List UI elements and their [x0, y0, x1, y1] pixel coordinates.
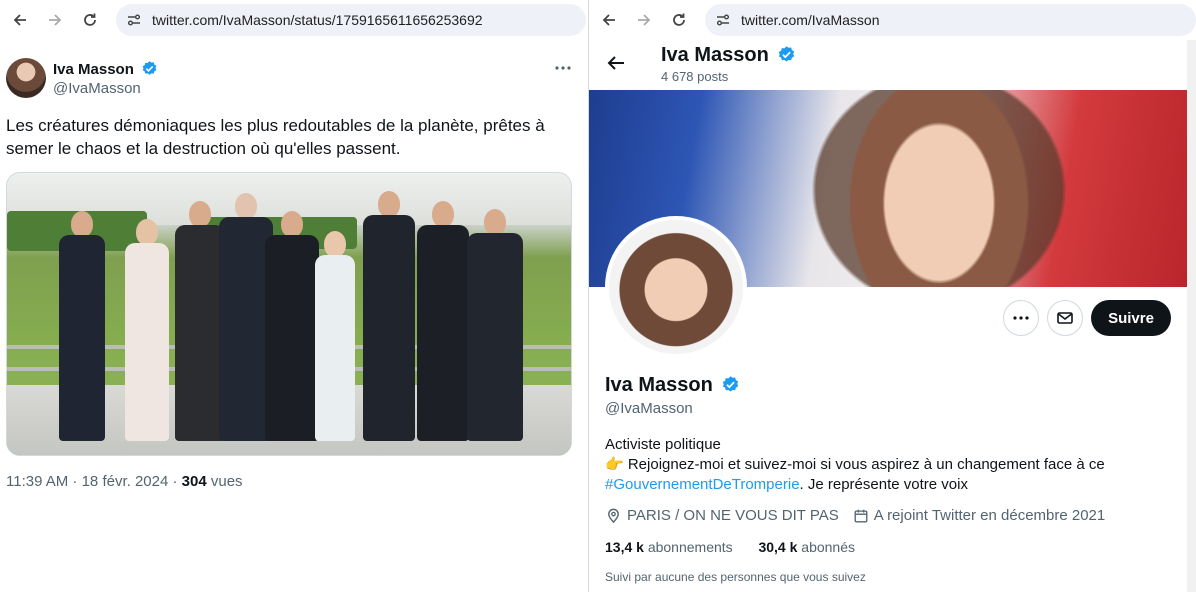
- reload-icon[interactable]: [667, 8, 691, 32]
- followers-count: 30,4 k: [758, 539, 798, 555]
- more-icon: [1013, 316, 1029, 320]
- following-label: abonnements: [643, 539, 733, 555]
- right-browser-window: twitter.com/IvaMasson Iva Masson 4 678 p…: [589, 0, 1196, 592]
- header-name: Iva Masson: [661, 44, 769, 66]
- following-link[interactable]: 13,4 k abonnements: [605, 539, 733, 555]
- tweet-timestamp[interactable]: 11:39 AM · 18 févr. 2024 ·: [6, 473, 182, 490]
- author-name[interactable]: Iva Masson: [53, 61, 134, 78]
- photo-person: [59, 211, 105, 441]
- site-settings-icon[interactable]: [715, 12, 731, 28]
- followers-link[interactable]: 30,4 k abonnés: [758, 539, 855, 555]
- follow-stats: 13,4 k abonnements 30,4 k abonnés: [605, 539, 855, 555]
- profile-bio: Activiste politique 👉 Rejoignez-moi et s…: [605, 435, 1175, 495]
- profile-name: Iva Masson: [605, 374, 713, 396]
- header-name-row: Iva Masson: [661, 44, 796, 67]
- photo-person: [467, 209, 523, 441]
- author-handle[interactable]: @IvaMasson: [53, 80, 141, 97]
- verified-badge-icon[interactable]: [721, 375, 740, 394]
- following-count: 13,4 k: [605, 539, 644, 555]
- follow-button[interactable]: Suivre: [1091, 300, 1171, 336]
- calendar-icon: [854, 509, 868, 522]
- more-icon[interactable]: [552, 58, 574, 78]
- scrollbar[interactable]: [1187, 40, 1196, 592]
- back-arrow-icon[interactable]: [605, 52, 627, 74]
- address-bar[interactable]: twitter.com/IvaMasson: [705, 4, 1196, 36]
- verified-badge-icon: [779, 46, 795, 62]
- address-bar[interactable]: twitter.com/IvaMasson/status/17591656116…: [116, 4, 586, 36]
- hashtag-link[interactable]: #GouvernementDeTromperie: [605, 476, 800, 493]
- photo-person: [363, 191, 415, 441]
- joined-text: A rejoint Twitter en décembre 2021: [873, 507, 1106, 524]
- site-settings-icon[interactable]: [126, 12, 142, 28]
- location-icon: [608, 508, 619, 524]
- posts-count: 4 678 posts: [661, 69, 729, 84]
- back-arrow-icon[interactable]: [597, 8, 621, 32]
- profile-handle: @IvaMasson: [605, 400, 693, 417]
- back-arrow-icon[interactable]: [8, 8, 32, 32]
- tweet-text: Les créatures démoniaques les plus redou…: [6, 116, 545, 158]
- views-count: 304: [181, 473, 207, 490]
- followers-label: abonnés: [797, 539, 855, 555]
- photo-person: [265, 211, 319, 441]
- bio-text: . Je représente votre voix: [799, 476, 968, 493]
- views-label: vues: [206, 473, 243, 490]
- browser-toolbar: twitter.com/IvaMasson: [589, 0, 1196, 40]
- url-text: twitter.com/IvaMasson/status/17591656116…: [152, 12, 483, 28]
- bio-line: Activiste politique: [605, 436, 721, 453]
- left-browser-window: twitter.com/IvaMasson/status/17591656116…: [0, 0, 588, 592]
- photo-person: [315, 231, 355, 441]
- bio-line: #GouvernementDeTromperie. Je représente …: [605, 475, 1175, 495]
- bio-line: 👉 Rejoignez-moi et suivez-moi si vous as…: [605, 456, 1105, 473]
- author-name-row[interactable]: Iva Masson: [53, 60, 158, 78]
- message-button[interactable]: [1047, 300, 1083, 336]
- browser-toolbar: twitter.com/IvaMasson/status/17591656116…: [0, 0, 588, 40]
- photo-person: [125, 219, 169, 441]
- banner-face: [839, 90, 1039, 287]
- url-text: twitter.com/IvaMasson: [741, 12, 880, 28]
- more-button[interactable]: [1003, 300, 1039, 336]
- profile-avatar[interactable]: [605, 216, 747, 358]
- tweet-meta: 11:39 AM · 18 févr. 2024 · 304 vues: [6, 473, 243, 490]
- verified-badge-icon: [142, 61, 157, 75]
- tweet-photo[interactable]: [6, 172, 572, 456]
- forward-arrow-icon[interactable]: [632, 8, 656, 32]
- message-icon: [1057, 312, 1073, 324]
- profile-name-row: Iva Masson: [605, 374, 740, 397]
- forward-arrow-icon[interactable]: [43, 8, 67, 32]
- profile-top-bar: Iva Masson 4 678 posts: [589, 40, 1196, 90]
- profile-info-row: PARIS / ON NE VOUS DIT PAS A rejoint Twi…: [605, 507, 1105, 524]
- followed-by-text: Suivi par aucune des personnes que vous …: [605, 570, 866, 584]
- location-text: PARIS / ON NE VOUS DIT PAS: [627, 507, 839, 524]
- reload-icon[interactable]: [78, 8, 102, 32]
- photo-person: [417, 201, 469, 441]
- avatar[interactable]: [6, 58, 46, 98]
- photo-person: [175, 201, 225, 441]
